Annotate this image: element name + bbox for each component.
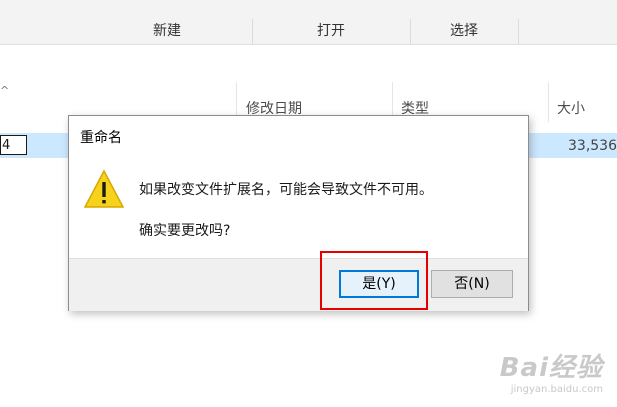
warning-icon [83, 169, 125, 208]
no-button[interactable]: 否(N) [431, 270, 513, 298]
column-divider[interactable] [548, 82, 549, 122]
sort-indicator: ^ [0, 84, 10, 97]
ribbon-group-select[interactable]: 选择 [411, 19, 517, 44]
annotation-highlight-box [320, 251, 428, 310]
ribbon-top-strip [0, 0, 617, 19]
ribbon-bar: 新建 打开 选择 [0, 19, 617, 45]
dialog-message: 如果改变文件扩展名，可能会导致文件不可用。 [139, 182, 433, 198]
rename-input[interactable]: 4 [0, 135, 27, 155]
dialog-footer: 是(Y) 否(N) [69, 258, 528, 311]
dialog-title: 重命名 [80, 130, 122, 146]
ribbon-group-new[interactable]: 新建 [84, 19, 250, 44]
rename-dialog: 重命名 如果改变文件扩展名，可能会导致文件不可用。 确实要更改吗? 是(Y) 否… [68, 115, 529, 311]
file-size-cell: 33,536 [568, 138, 617, 154]
ribbon-separator [518, 19, 519, 44]
watermark-logo: Bai经验 [499, 353, 603, 383]
column-header-size[interactable]: 大小 [557, 98, 585, 118]
ribbon-group-open[interactable]: 打开 [253, 19, 409, 44]
watermark-url: jingyan.baidu.com [510, 384, 603, 395]
watermark: Bai经验 jingyan.baidu.com [500, 347, 603, 395]
dialog-question: 确实要更改吗? [139, 223, 231, 239]
